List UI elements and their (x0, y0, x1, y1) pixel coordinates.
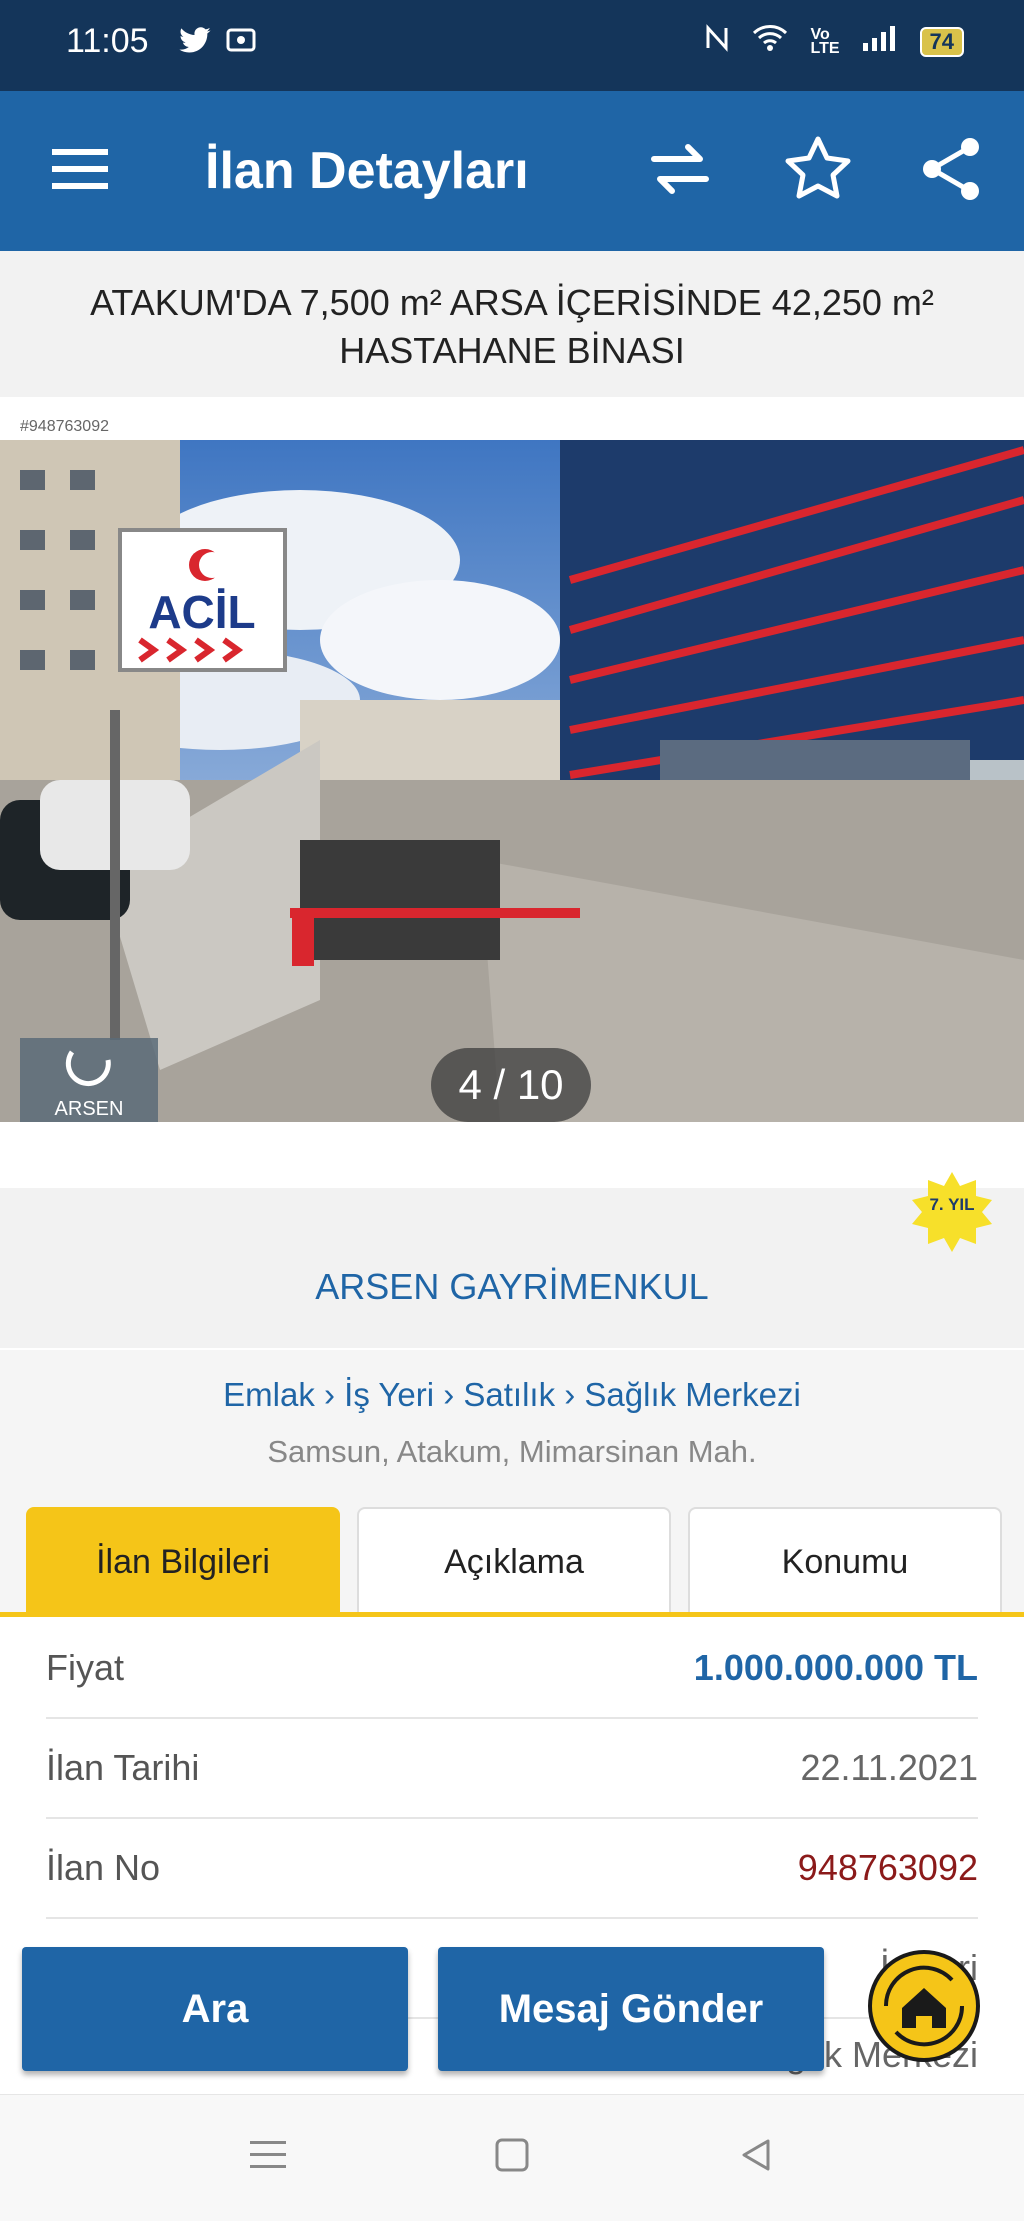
call-button[interactable]: Ara (22, 1947, 408, 2071)
tab-bar: İlan Bilgileri Açıklama Konumu (0, 1500, 1024, 1616)
price-value: 1.000.000.000 TL (693, 1647, 978, 1688)
send-message-button[interactable]: Mesaj Gönder (438, 1947, 824, 2071)
image-counter: 4 / 10 (431, 1048, 591, 1122)
tab-aciklama[interactable]: Açıklama (357, 1507, 671, 1613)
tab-konumu[interactable]: Konumu (688, 1507, 1002, 1613)
company-section[interactable]: ARSEN GAYRİMENKUL (0, 1188, 1024, 1348)
notification-icon (226, 26, 258, 63)
home-floating-button[interactable] (868, 1950, 980, 2062)
home-icon (883, 1965, 965, 2047)
back-icon[interactable] (738, 2137, 774, 2178)
acil-sign-text: ACİL (148, 586, 255, 638)
breadcrumb-section: Emlak › İş Yeri › Satılık › Sağlık Merke… (0, 1350, 1024, 1500)
tab-ilan-bilgileri[interactable]: İlan Bilgileri (26, 1507, 340, 1613)
info-key: İlan No (46, 1847, 161, 1888)
breadcrumb[interactable]: Emlak › İş Yeri › Satılık › Sağlık Merke… (0, 1376, 1024, 1414)
image-gallery[interactable]: ACİL ARSEN (0, 440, 1024, 1122)
share-icon[interactable] (912, 129, 992, 209)
nfc-icon (704, 24, 730, 59)
listing-id-tag: #948763092 (20, 418, 109, 435)
app-bar: İlan Detayları (0, 91, 1024, 251)
listing-location: Samsun, Atakum, Mimarsinan Mah. (267, 1434, 757, 1469)
info-row-price: Fiyat 1.000.000.000 TL (46, 1617, 978, 1719)
listing-no-value: 948763092 (797, 1847, 978, 1888)
info-row-date: İlan Tarihi 22.11.2021 (46, 1717, 978, 1819)
company-name[interactable]: ARSEN GAYRİMENKUL (0, 1266, 1024, 1308)
status-bar: 11:05 Vo LTE 74 (0, 0, 1024, 91)
info-row-listing-no: İlan No 948763092 (46, 1817, 978, 1919)
page-title: İlan Detayları (205, 142, 529, 200)
listing-title: ATAKUM'DA 7,500 m² ARSA İÇERİSİNDE 42,25… (90, 282, 934, 371)
info-key: İlan Tarihi (46, 1747, 200, 1788)
system-nav-bar (0, 2094, 1024, 2221)
twitter-icon (178, 26, 212, 63)
home-nav-icon[interactable] (494, 2137, 530, 2178)
signal-icon (862, 25, 898, 58)
badge-text: 7. YIL (929, 1195, 974, 1214)
recents-icon[interactable] (248, 2137, 288, 2178)
listing-title-bar: ATAKUM'DA 7,500 m² ARSA İÇERİSİNDE 42,25… (0, 251, 1024, 397)
compare-icon[interactable] (640, 129, 720, 209)
favorite-star-icon[interactable] (778, 129, 858, 209)
status-time: 11:05 (66, 22, 149, 60)
membership-years-badge: 7. YIL (910, 1170, 994, 1254)
wifi-icon (752, 24, 788, 59)
listing-photo: ACİL ARSEN (0, 440, 1024, 1122)
battery-icon: 74 (919, 26, 964, 57)
date-value: 22.11.2021 (800, 1747, 978, 1788)
info-key: Fiyat (46, 1647, 125, 1688)
arsen-watermark-text: ARSEN (55, 1098, 124, 1120)
volte-icon: Vo LTE (810, 25, 840, 57)
menu-icon[interactable] (40, 129, 120, 209)
